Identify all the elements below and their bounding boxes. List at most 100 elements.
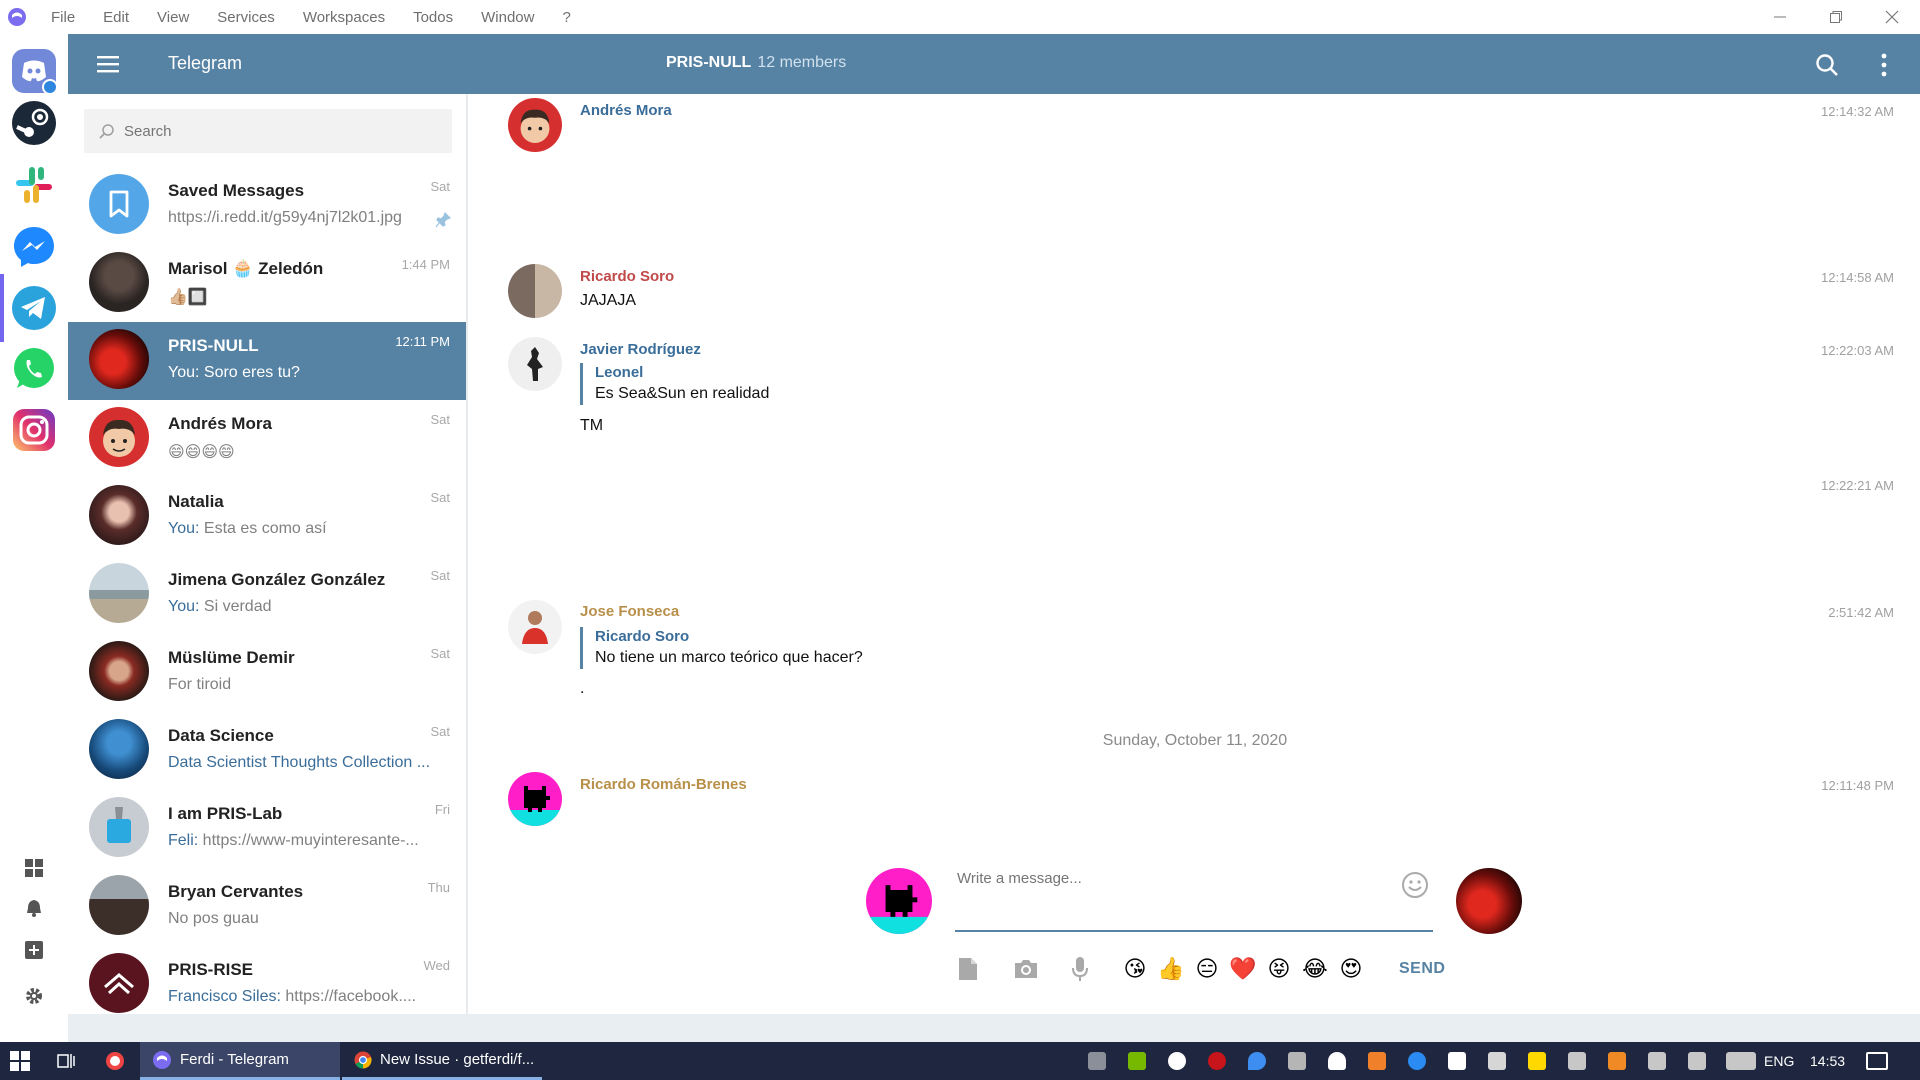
chat-item-andres-mora[interactable]: Andrés Mora Sat 😄😄😄😄	[68, 400, 466, 478]
quick-emoji-tongue[interactable]: 😝	[1261, 955, 1297, 983]
menu-view[interactable]: View	[143, 9, 203, 26]
keyboard-icon[interactable]	[1726, 1052, 1756, 1070]
message-avatar[interactable]	[508, 600, 562, 654]
message-author[interactable]: Andrés Mora	[580, 102, 672, 119]
chat-date: Thu	[427, 880, 450, 895]
add-service-button[interactable]	[20, 936, 48, 964]
search-box[interactable]	[84, 109, 452, 153]
emoji-picker-icon[interactable]	[1400, 870, 1430, 900]
taskbar-item-ferdi[interactable]: Ferdi - Telegram	[140, 1042, 340, 1080]
service-instagram[interactable]	[9, 405, 59, 455]
tray-nvidia-icon[interactable]	[1128, 1052, 1146, 1070]
attach-photo-button[interactable]	[1013, 956, 1039, 982]
menu-todos[interactable]: Todos	[399, 9, 467, 26]
message-author[interactable]: Jose Fonseca	[580, 603, 679, 620]
task-view-button[interactable]	[56, 1042, 76, 1080]
composer-peer-avatar[interactable]	[1456, 868, 1522, 934]
service-messenger[interactable]	[9, 222, 59, 272]
close-window-button[interactable]	[1864, 0, 1920, 34]
search-icon[interactable]	[1814, 52, 1840, 78]
chat-item-pris-rise[interactable]: PRIS-RISE Wed Francisco Siles: https://f…	[68, 946, 466, 1014]
restore-button[interactable]	[1808, 0, 1864, 34]
notifications-button[interactable]	[20, 894, 48, 922]
instagram-icon	[13, 409, 55, 451]
reply-quote[interactable]: Leonel Es Sea&Sun en realidad	[580, 363, 769, 405]
start-button[interactable]	[10, 1042, 30, 1080]
service-slack[interactable]	[9, 160, 59, 210]
tray-cloud-upload-icon[interactable]	[1328, 1052, 1346, 1070]
grid-icon	[25, 859, 43, 877]
minimize-button[interactable]	[1752, 0, 1808, 34]
chat-item-bryan-cervantes[interactable]: Bryan Cervantes Thu No pos guau	[68, 868, 466, 946]
menu-workspaces[interactable]: Workspaces	[289, 9, 399, 26]
notification-center-icon[interactable]	[1866, 1052, 1888, 1070]
tray-media-icon[interactable]	[1448, 1052, 1466, 1070]
composer-own-avatar[interactable]	[866, 868, 932, 934]
bluetooth-icon[interactable]	[1408, 1052, 1426, 1070]
menu-window[interactable]: Window	[467, 9, 548, 26]
wifi-icon[interactable]	[1568, 1052, 1586, 1070]
language-indicator[interactable]: ENG	[1764, 1053, 1794, 1069]
quick-emoji-kiss[interactable]: 😘	[1117, 955, 1153, 983]
service-discord[interactable]	[9, 46, 59, 96]
taskbar-item-chrome[interactable]: New Issue · getferdi/f...	[342, 1042, 542, 1080]
menu-edit[interactable]: Edit	[89, 9, 143, 26]
tray-storage-icon[interactable]	[1288, 1052, 1306, 1070]
message-avatar[interactable]	[508, 772, 562, 826]
chat-name: Data Science	[168, 726, 274, 745]
message-author[interactable]: Ricardo Román-Brenes	[580, 776, 747, 793]
chat-item-natalia[interactable]: Natalia Sat You: Esta es como así	[68, 478, 466, 556]
attach-file-button[interactable]	[955, 956, 981, 982]
settings-button[interactable]	[20, 982, 48, 1010]
lab-logo-icon	[107, 807, 131, 843]
chat-header-title[interactable]: PRIS-NULL 12 members	[666, 54, 846, 72]
quick-emoji-heart[interactable]: ❤️	[1225, 955, 1261, 983]
close-icon	[1885, 10, 1899, 24]
message-avatar[interactable]	[508, 337, 562, 391]
reply-quote[interactable]: Ricardo Soro No tiene un marco teórico q…	[580, 627, 863, 669]
message-author[interactable]: Ricardo Soro	[580, 268, 674, 285]
menu-file[interactable]: File	[37, 9, 89, 26]
quick-emoji-joy[interactable]: 😂	[1297, 955, 1333, 983]
chat-preview: For tiroid	[168, 676, 232, 693]
tray-task-icon[interactable]	[1608, 1052, 1626, 1070]
search-input[interactable]	[124, 122, 424, 140]
pinned-app-button[interactable]	[104, 1042, 126, 1080]
silhouette-icon	[527, 347, 543, 381]
hamburger-menu-icon[interactable]	[96, 52, 120, 76]
pen-icon[interactable]	[1688, 1052, 1706, 1070]
volume-muted-icon[interactable]	[1488, 1052, 1506, 1070]
system-clock[interactable]: 14:53	[1810, 1053, 1845, 1069]
tray-app-icon[interactable]	[1208, 1052, 1226, 1070]
tray-drop-icon[interactable]	[1248, 1052, 1266, 1070]
tray-shield-icon[interactable]	[1528, 1052, 1546, 1070]
service-steam[interactable]	[9, 98, 59, 148]
chat-item-pris-null[interactable]: PRIS-NULL 12:11 PM You: Soro eres tu?	[68, 322, 466, 400]
message-text: .	[580, 680, 585, 697]
battery-icon[interactable]	[1648, 1052, 1666, 1070]
tray-vlc-icon[interactable]	[1368, 1052, 1386, 1070]
chat-item-marisol[interactable]: Marisol 🧁 Zeledón 1:44 PM 👍🏼🔲	[68, 245, 466, 323]
send-button[interactable]: SEND	[1399, 960, 1445, 978]
chat-item-jimena[interactable]: Jimena González González Sat You: Si ver…	[68, 556, 466, 634]
quick-emoji-heart-eyes[interactable]: 😍	[1333, 955, 1369, 983]
chat-item-pris-lab[interactable]: I am PRIS-Lab Fri Feli: https://www-muyi…	[68, 790, 466, 868]
tray-display-icon[interactable]	[1088, 1052, 1106, 1070]
chat-item-saved-messages[interactable]: Saved Messages Sat https://i.redd.it/g59…	[68, 167, 466, 245]
message-author[interactable]: Javier Rodríguez	[580, 341, 701, 358]
workspaces-button[interactable]	[20, 854, 48, 882]
chat-item-data-science[interactable]: Data Science Sat Data Scientist Thoughts…	[68, 712, 466, 790]
quick-emoji-thumbs-up[interactable]: 👍	[1153, 955, 1189, 983]
voice-record-button[interactable]	[1067, 956, 1093, 982]
service-whatsapp[interactable]	[9, 344, 59, 394]
service-telegram[interactable]	[9, 283, 59, 333]
menu-help[interactable]: ?	[548, 9, 584, 26]
message-avatar[interactable]	[508, 98, 562, 152]
more-vertical-icon[interactable]	[1878, 52, 1890, 78]
quick-emoji-expressionless[interactable]: 😑	[1189, 955, 1225, 983]
message-input[interactable]	[955, 868, 1433, 932]
message-avatar[interactable]	[508, 264, 562, 318]
menu-services[interactable]: Services	[203, 9, 289, 26]
chat-item-muslume-demir[interactable]: Müslüme Demir Sat For tiroid	[68, 634, 466, 712]
tray-sync-icon[interactable]	[1168, 1052, 1186, 1070]
